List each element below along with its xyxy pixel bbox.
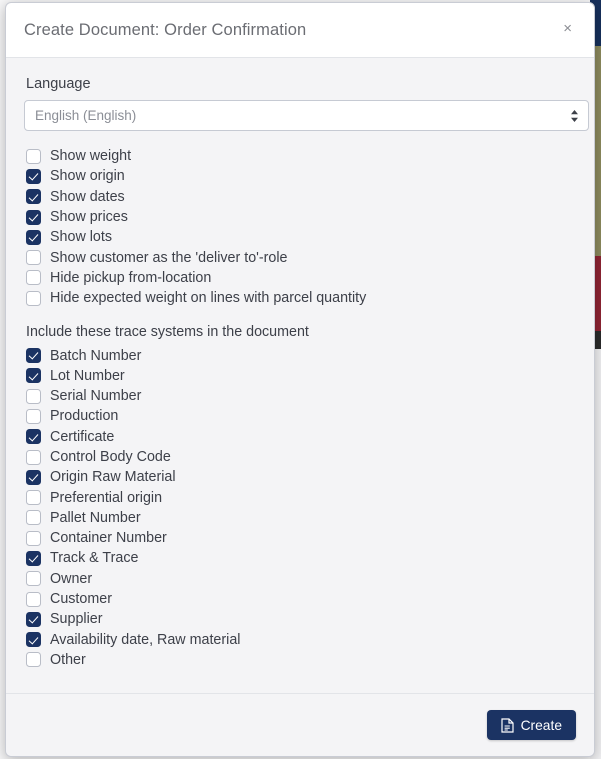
display-option-row[interactable]: Hide pickup from-location [24,268,576,288]
create-button-label: Create [520,717,562,733]
trace-system-label: Batch Number [50,347,142,364]
trace-system-label: Pallet Number [50,509,141,526]
display-options-list: Show weight Show origin Show dates Show pri… [24,146,576,308]
trace-system-checkbox[interactable] [26,449,41,465]
trace-system-label: Other [50,651,86,668]
trace-system-row[interactable]: Serial Number [24,386,576,406]
trace-systems-heading: Include these trace systems in the docum… [26,324,309,341]
display-option-label: Show weight [50,148,132,165]
trace-system-checkbox[interactable] [26,348,41,364]
trace-system-label: Owner [50,570,93,587]
trace-system-checkbox[interactable] [26,591,41,607]
display-option-checkbox[interactable] [26,270,41,286]
language-label: Language [26,76,91,92]
trace-system-row[interactable]: Supplier [24,609,576,629]
trace-system-row[interactable]: Track & Trace [24,548,576,568]
display-option-row[interactable]: Show prices [24,207,576,227]
display-option-row[interactable]: Show dates [24,187,576,207]
trace-system-row[interactable]: Owner [24,569,576,589]
modal-header: Create Document: Order Confirmation × [6,3,594,58]
display-option-row[interactable]: Show weight [24,146,576,166]
trace-system-label: Serial Number [50,388,142,405]
language-select-wrapper: English (English) [24,100,589,131]
trace-system-row[interactable]: Customer [24,589,576,609]
close-icon[interactable]: × [559,19,576,39]
modal-footer: Create [6,693,594,756]
trace-system-label: Track & Trace [50,550,139,567]
trace-system-label: Origin Raw Material [50,469,176,486]
trace-systems-list: Batch Number Lot Number Serial Number Produ… [24,345,576,670]
language-select-value: English (English) [35,108,137,123]
trace-system-checkbox[interactable] [26,550,41,566]
display-option-label: Show prices [50,209,128,226]
trace-system-checkbox[interactable] [26,571,41,587]
create-document-modal: Create Document: Order Confirmation × La… [5,2,595,757]
display-option-row[interactable]: Show origin [24,166,576,186]
trace-system-row[interactable]: Batch Number [24,345,576,365]
trace-system-label: Availability date, Raw material [50,631,241,648]
display-option-row[interactable]: Hide expected weight on lines with parce… [24,288,576,308]
trace-system-label: Container Number [50,530,167,547]
trace-system-label: Lot Number [50,367,125,384]
display-option-row[interactable]: Show lots [24,227,576,247]
trace-system-row[interactable]: Preferential origin [24,487,576,507]
trace-system-checkbox[interactable] [26,530,41,546]
trace-system-row[interactable]: Lot Number [24,366,576,386]
trace-system-label: Production [50,408,119,425]
trace-system-label: Control Body Code [50,449,171,465]
trace-system-checkbox[interactable] [26,611,41,627]
language-select[interactable]: English (English) [24,100,589,131]
display-option-checkbox[interactable] [26,229,41,245]
trace-system-row[interactable]: Control Body Code [24,447,576,467]
display-option-checkbox[interactable] [26,209,41,225]
trace-system-row[interactable]: Other [24,650,576,670]
display-option-label: Hide expected weight on lines with parce… [50,290,367,307]
trace-system-row[interactable]: Container Number [24,528,576,548]
display-option-row[interactable]: Show customer as the 'deliver to'-role [24,247,576,267]
trace-system-checkbox[interactable] [26,408,41,424]
display-option-label: Show dates [50,188,125,205]
trace-system-label: Certificate [50,428,115,445]
trace-system-label: Supplier [50,611,103,628]
display-option-checkbox[interactable] [26,148,41,164]
trace-system-row[interactable]: Production [24,406,576,426]
trace-system-row[interactable]: Certificate [24,427,576,447]
trace-system-row[interactable]: Origin Raw Material [24,467,576,487]
display-option-checkbox[interactable] [26,290,41,306]
document-icon [500,717,514,733]
modal-title: Create Document: Order Confirmation [24,21,307,39]
trace-system-row[interactable]: Availability date, Raw material [24,630,576,650]
trace-system-checkbox[interactable] [26,632,41,648]
trace-system-label: Customer [50,591,112,608]
modal-body: Language English (English) Show weight Sh… [6,58,594,693]
trace-system-checkbox[interactable] [26,652,41,668]
trace-system-checkbox[interactable] [26,469,41,485]
display-option-label: Hide pickup from-location [50,269,212,286]
trace-system-checkbox[interactable] [26,388,41,404]
display-option-checkbox[interactable] [26,189,41,205]
display-option-checkbox[interactable] [26,168,41,184]
display-option-checkbox[interactable] [26,250,41,266]
trace-system-row[interactable]: Pallet Number [24,508,576,528]
display-option-label: Show customer as the 'deliver to'-role [50,249,288,266]
trace-system-checkbox[interactable] [26,510,41,526]
create-button[interactable]: Create [486,710,576,740]
display-option-label: Show origin [50,168,125,185]
trace-system-checkbox[interactable] [26,368,41,384]
trace-system-label: Preferential origin [50,489,163,506]
trace-system-checkbox[interactable] [26,429,41,445]
trace-system-checkbox[interactable] [26,490,41,506]
display-option-label: Show lots [50,229,112,246]
